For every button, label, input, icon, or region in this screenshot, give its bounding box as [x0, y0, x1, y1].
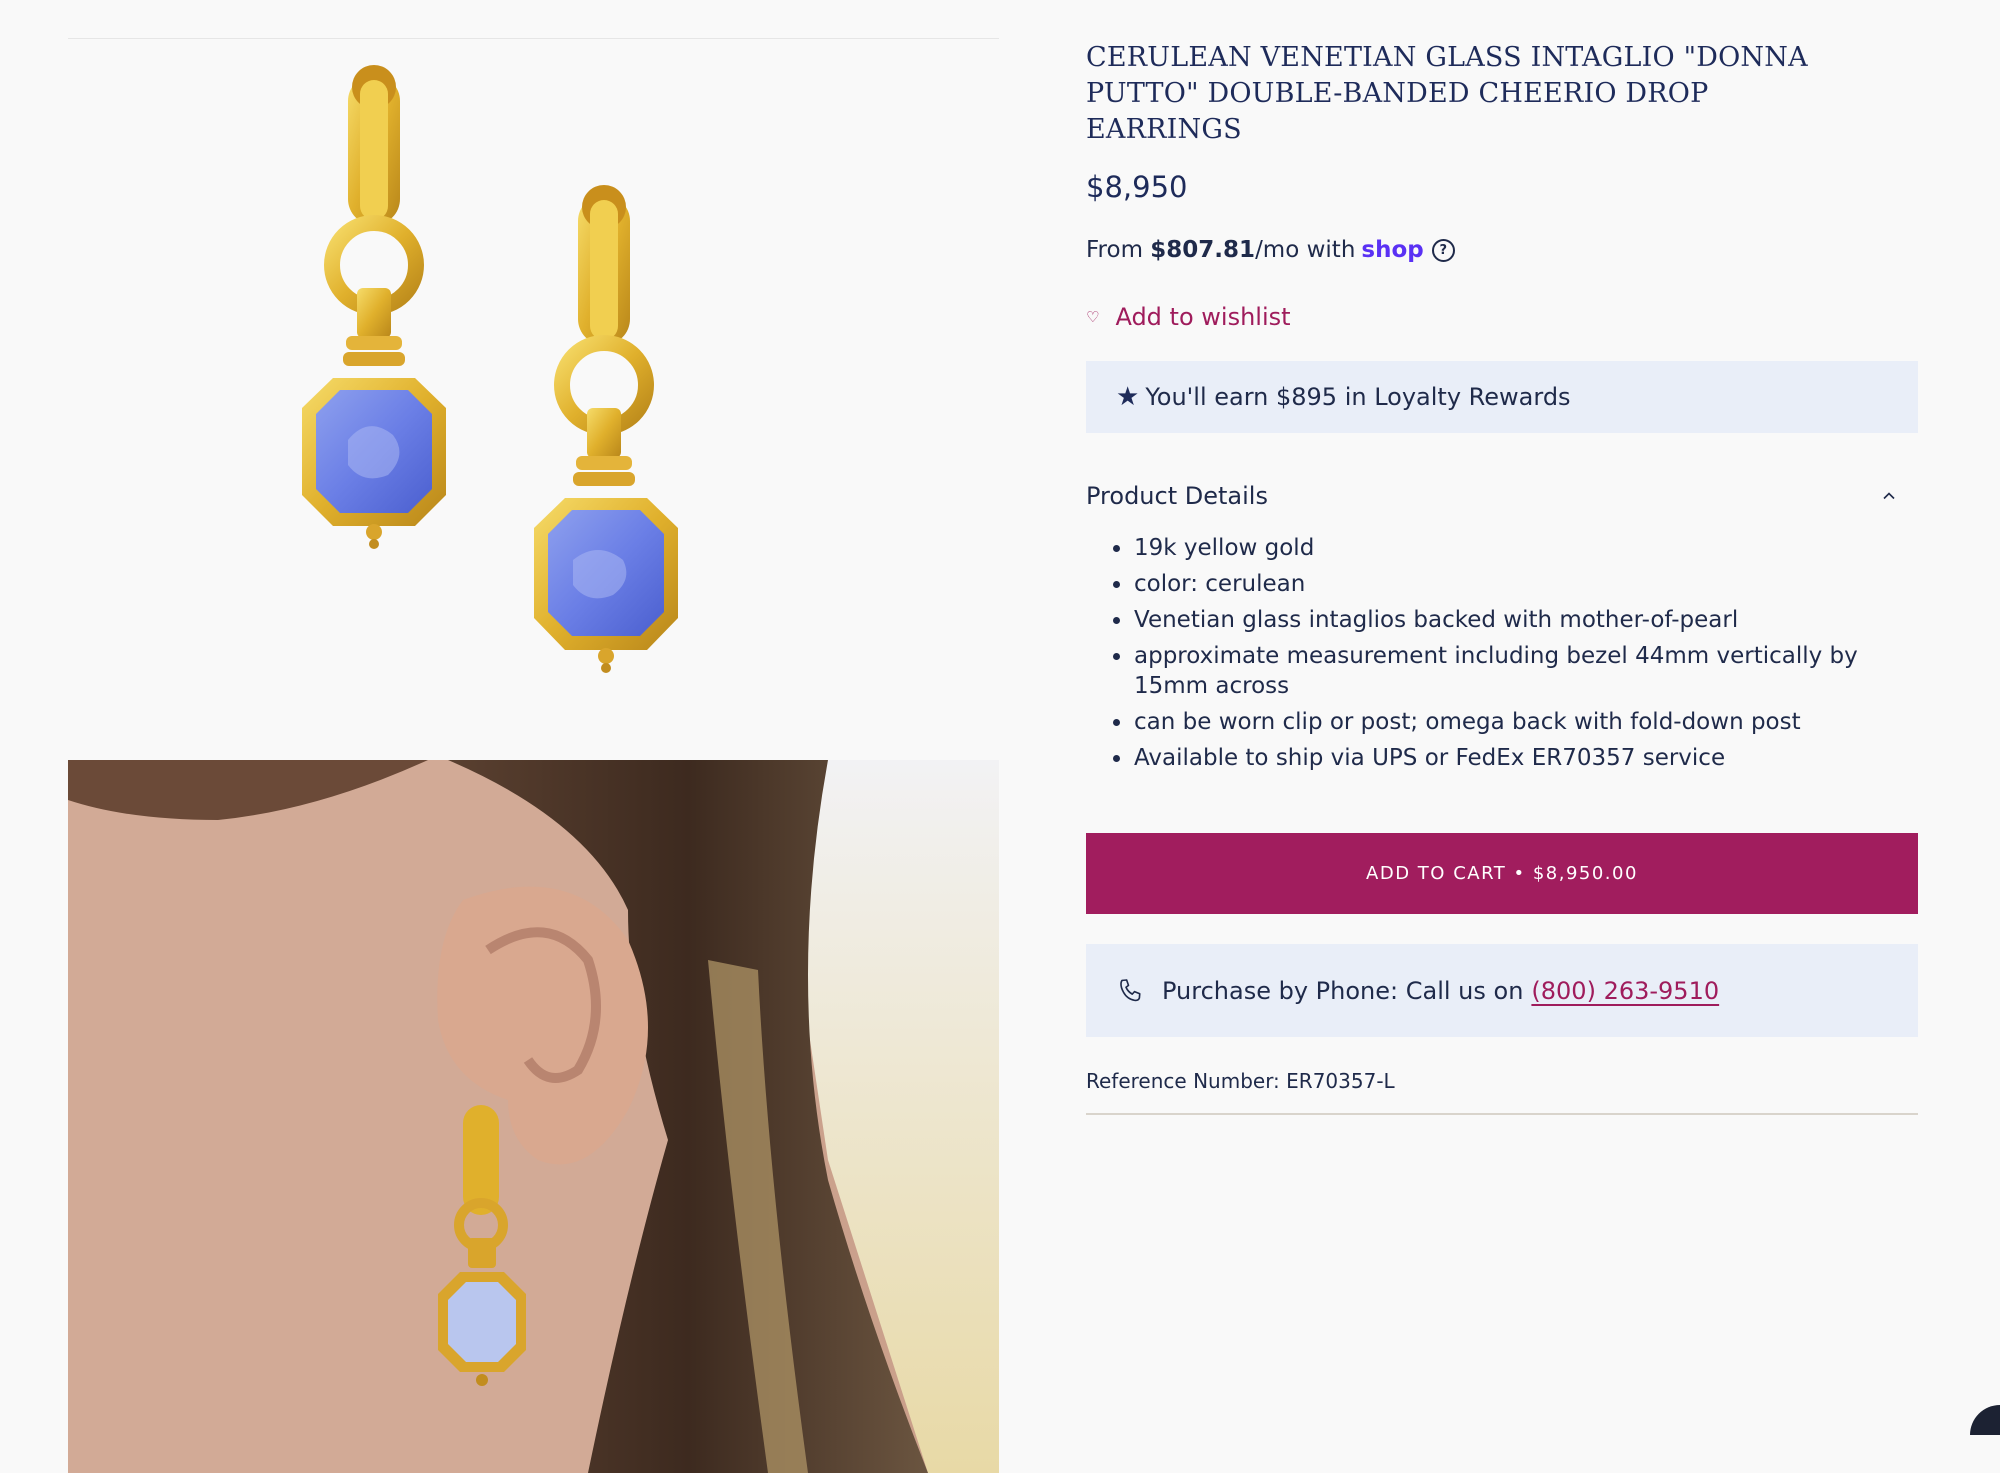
heart-icon: ♡: [1086, 308, 1100, 326]
window-corner: [1970, 1405, 2000, 1435]
product-title: CERULEAN VENETIAN GLASS INTAGLIO "DONNA …: [1086, 42, 1808, 145]
product-price: $8,950: [1086, 170, 1188, 204]
installments-amount: $807.81: [1150, 237, 1256, 263]
details-item: 19k yellow gold: [1113, 533, 1918, 563]
earring-on-ear-photo: [68, 760, 999, 1473]
purchase-by-phone-banner: Purchase by Phone: Call us on (800) 263-…: [1086, 944, 1918, 1037]
add-to-wishlist-link[interactable]: ♡ Add to wishlist: [1086, 303, 1291, 331]
help-icon[interactable]: ?: [1431, 238, 1455, 262]
product-details-title: Product Details: [1086, 482, 1268, 510]
shop-pay-logo[interactable]: shop: [1361, 237, 1423, 263]
product-image-pair[interactable]: [68, 40, 999, 760]
details-item: Available to ship via UPS or FedEx ER703…: [1113, 743, 1918, 773]
loyalty-rewards-banner: ★ You'll earn $895 in Loyalty Rewards: [1086, 361, 1918, 433]
installments-prefix: From: [1086, 237, 1143, 263]
product-details-list: 19k yellow gold color: cerulean Venetian…: [1086, 533, 1918, 779]
details-item: color: cerulean: [1113, 569, 1918, 599]
product-details-toggle[interactable]: Product Details: [1086, 482, 1918, 510]
wishlist-label: Add to wishlist: [1115, 303, 1291, 331]
phone-text: Purchase by Phone: Call us on: [1162, 976, 1524, 1005]
loyalty-text: You'll earn $895 in Loyalty Rewards: [1145, 383, 1571, 411]
phone-number-link[interactable]: (800) 263-9510: [1531, 977, 1719, 1005]
installments-info: From $807.81/mo with shop ?: [1086, 237, 1455, 263]
add-to-cart-button[interactable]: ADD TO CART • $8,950.00: [1086, 833, 1918, 914]
gallery-divider: [68, 38, 999, 39]
reference-number: Reference Number: ER70357-L: [1086, 1069, 1395, 1093]
star-icon: ★: [1116, 382, 1140, 412]
chevron-up-icon: [1883, 492, 1895, 500]
details-item: can be worn clip or post; omega back wit…: [1113, 707, 1918, 737]
earrings-pair-illustration: [302, 65, 678, 673]
installments-suffix: /mo with: [1255, 237, 1356, 263]
details-item: Venetian glass intaglios backed with mot…: [1113, 605, 1918, 635]
product-image-worn[interactable]: [68, 760, 999, 1473]
phone-icon: [1120, 978, 1141, 1001]
details-item: approximate measurement including bezel …: [1113, 641, 1918, 701]
divider: [1086, 1113, 1918, 1115]
